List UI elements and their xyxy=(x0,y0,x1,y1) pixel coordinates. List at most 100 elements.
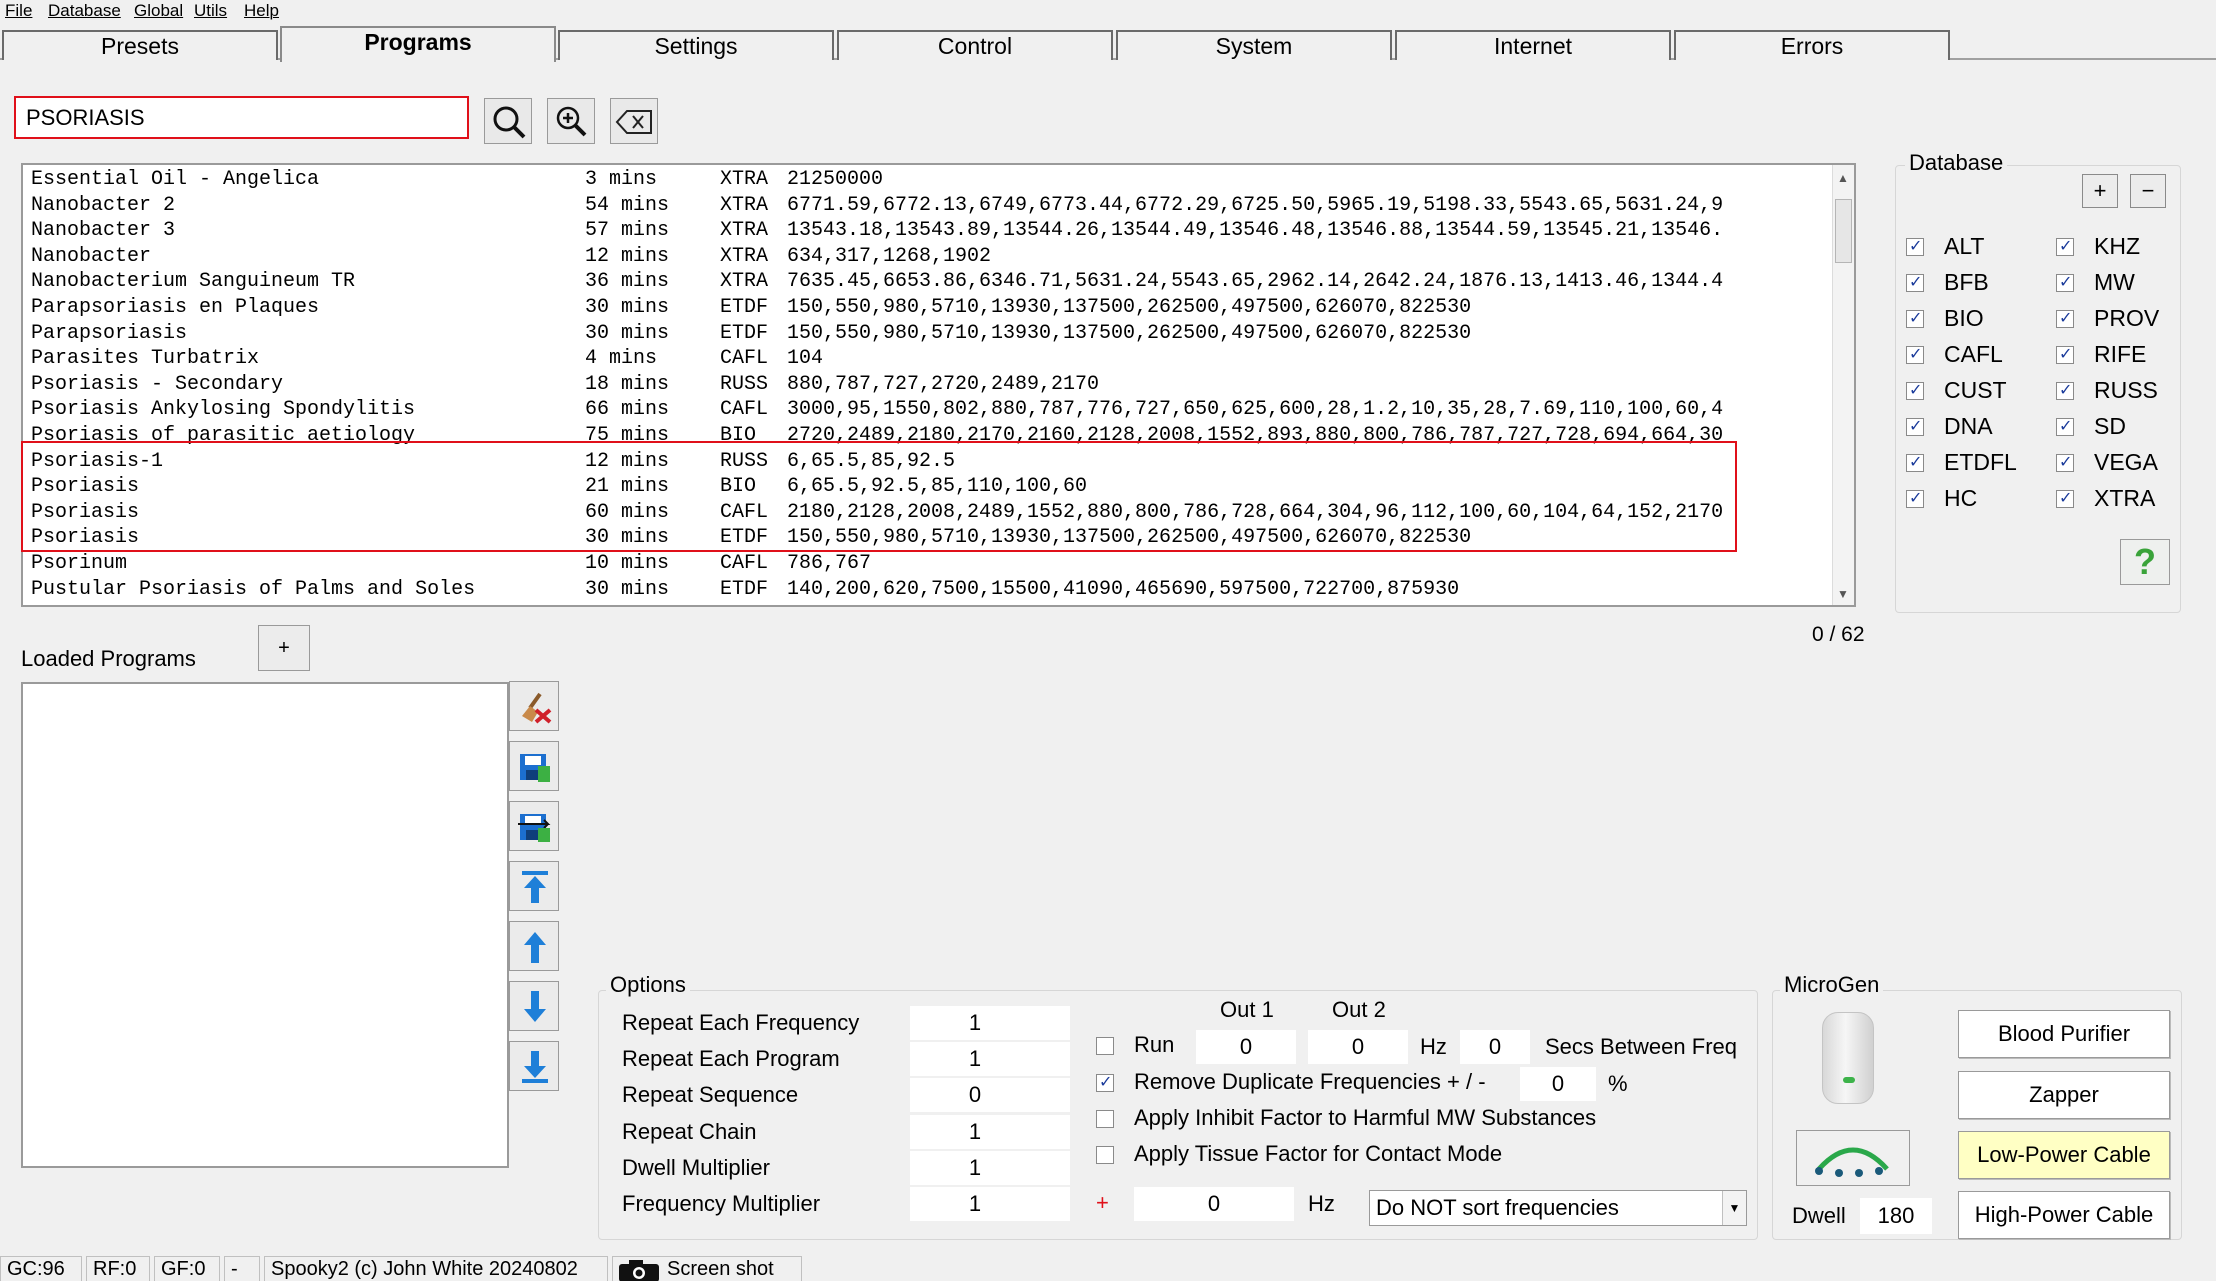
checkbox-box[interactable] xyxy=(2056,452,2074,472)
checkbox-box[interactable] xyxy=(1906,416,1924,436)
option-value-field[interactable]: 1 xyxy=(910,1042,1070,1077)
tab-system[interactable]: System xyxy=(1116,30,1392,60)
database-checkbox-label: DNA xyxy=(1944,413,1993,439)
checkbox-box[interactable] xyxy=(1906,452,1924,472)
clear-loaded-button[interactable] xyxy=(509,681,559,731)
database-add-button[interactable]: + xyxy=(2082,174,2118,208)
program-row[interactable]: Psorinum 10 mins CAFL 786,767 xyxy=(23,551,1833,577)
menu-help[interactable]: Help xyxy=(244,1,279,21)
checkbox-box[interactable] xyxy=(2056,236,2074,256)
option-value-field[interactable]: 1 xyxy=(910,1006,1070,1040)
tab-control[interactable]: Control xyxy=(837,30,1113,60)
zapper-button[interactable]: Zapper xyxy=(1958,1071,2170,1119)
program-duration: 12 mins xyxy=(585,244,670,268)
high-power-cable-button[interactable]: High-Power Cable xyxy=(1958,1191,2170,1239)
move-down-button[interactable] xyxy=(509,981,559,1031)
frequency-offset-field[interactable]: 0 xyxy=(1134,1187,1294,1221)
checkbox-box[interactable] xyxy=(1906,380,1924,400)
database-remove-button[interactable]: − xyxy=(2130,174,2166,208)
loaded-add-button[interactable]: + xyxy=(258,625,310,671)
checkbox-box[interactable] xyxy=(2056,416,2074,436)
program-row[interactable]: Psoriasis 30 mins ETDF 150,550,980,5710,139… xyxy=(23,525,1833,551)
cable-connect-button[interactable] xyxy=(1796,1130,1910,1186)
tab-presets[interactable]: Presets xyxy=(2,30,278,60)
remove-duplicates-box[interactable] xyxy=(1096,1072,1114,1092)
option-value-field[interactable]: 1 xyxy=(910,1114,1070,1149)
scroll-up-icon[interactable]: ▲ xyxy=(1837,171,1849,185)
chevron-down-icon[interactable]: ▼ xyxy=(1722,1191,1746,1225)
program-row[interactable]: Parapsoriasis 30 mins ETDF 150,550,980,5710… xyxy=(23,321,1833,347)
option-value-field[interactable]: 0 xyxy=(910,1078,1070,1113)
run-out2-field[interactable]: 0 xyxy=(1308,1030,1408,1064)
program-row[interactable]: Essential Oil - Angelica 3 mins XTRA 212500… xyxy=(23,167,1833,193)
program-row[interactable]: Nanobacter 12 mins XTRA 634,317,1268,1902 xyxy=(23,244,1833,270)
database-checkbox-label: RUSS xyxy=(2094,377,2158,403)
checkbox-box[interactable] xyxy=(2056,344,2074,364)
remove-duplicates-field[interactable]: 0 xyxy=(1520,1067,1596,1101)
low-power-cable-button[interactable]: Low-Power Cable xyxy=(1958,1131,2170,1179)
list-scrollbar-thumb[interactable] xyxy=(1835,199,1852,263)
program-database: ETDF xyxy=(720,321,769,345)
advanced-search-button[interactable] xyxy=(547,98,595,144)
program-row[interactable]: Nanobacter 3 57 mins XTRA 13543.18,13543.89… xyxy=(23,218,1833,244)
menu-database[interactable]: Database xyxy=(48,1,121,21)
move-top-button[interactable] xyxy=(509,861,559,911)
checkbox-box[interactable] xyxy=(1906,308,1924,328)
move-up-button[interactable] xyxy=(509,921,559,971)
checkbox-box[interactable] xyxy=(1906,488,1924,508)
inhibit-factor-box[interactable] xyxy=(1096,1110,1114,1128)
clear-search-button[interactable] xyxy=(610,98,658,144)
run-checkbox-box[interactable] xyxy=(1096,1037,1114,1055)
run-label: Run xyxy=(1134,1032,1175,1057)
secs-between-field[interactable]: 0 xyxy=(1460,1030,1530,1064)
checkbox-box[interactable] xyxy=(2056,308,2074,328)
program-row[interactable]: Psoriasis 21 mins BIO 6,65.5,92.5,85,110,10… xyxy=(23,474,1833,500)
help-button[interactable]: ? xyxy=(2120,539,2170,585)
option-value-field[interactable]: 1 xyxy=(910,1187,1070,1221)
program-row[interactable]: Psoriasis-1 12 mins RUSS 6,65.5,85,92.5 xyxy=(23,449,1833,475)
status-dash: - xyxy=(224,1256,260,1281)
program-row[interactable]: Nanobacter 2 54 mins XTRA 6771.59,6772.13,6… xyxy=(23,193,1833,219)
sort-frequencies-select[interactable]: Do NOT sort frequencies ▼ xyxy=(1369,1190,1747,1226)
move-bottom-button[interactable] xyxy=(509,1041,559,1091)
program-row[interactable]: Psoriasis Ankylosing Spondylitis 66 mins C… xyxy=(23,397,1833,423)
checkbox-box[interactable] xyxy=(1906,272,1924,292)
program-row[interactable]: Psoriasis - Secondary 18 mins RUSS 880,787,… xyxy=(23,372,1833,398)
option-value-field[interactable]: 1 xyxy=(910,1150,1070,1185)
tab-internet[interactable]: Internet xyxy=(1395,30,1671,60)
checkbox-box[interactable] xyxy=(2056,488,2074,508)
search-input[interactable] xyxy=(14,96,469,139)
save-loaded-button[interactable] xyxy=(509,741,559,791)
blood-purifier-button[interactable]: Blood Purifier xyxy=(1958,1010,2170,1058)
checkbox-box[interactable] xyxy=(1906,344,1924,364)
checkbox-box[interactable] xyxy=(2056,272,2074,292)
program-frequencies: 786,767 xyxy=(787,552,872,575)
program-row[interactable]: Psoriasis of parasitic aetiology 75 mins B… xyxy=(23,423,1833,449)
checkbox-box[interactable] xyxy=(2056,380,2074,400)
menu-file[interactable]: File xyxy=(5,1,32,21)
program-list[interactable]: Essential Oil - Angelica 3 mins XTRA 212500… xyxy=(21,163,1856,607)
menu-global[interactable]: Global xyxy=(134,1,183,21)
list-scrollbar[interactable]: ▲ ▼ xyxy=(1832,165,1854,605)
program-row[interactable]: Parasites Turbatrix 4 mins CAFL 104 xyxy=(23,346,1833,372)
program-row[interactable]: Parapsoriasis en Plaques 30 mins ETDF 150,5… xyxy=(23,295,1833,321)
dwell-field[interactable]: 180 xyxy=(1860,1198,1932,1234)
program-row[interactable]: Psoriasis 60 mins CAFL 2180,2128,2008,2489,… xyxy=(23,500,1833,526)
load-loaded-button[interactable] xyxy=(509,801,559,851)
checkbox-box[interactable] xyxy=(1906,236,1924,256)
scroll-down-icon[interactable]: ▼ xyxy=(1837,587,1849,601)
program-row[interactable]: Pustular Psoriasis of Palms and Soles 30 … xyxy=(23,577,1833,603)
search-button[interactable] xyxy=(484,98,532,144)
loaded-programs-list[interactable] xyxy=(21,682,509,1168)
menu-utils[interactable]: Utils xyxy=(194,1,227,21)
tab-errors[interactable]: Errors xyxy=(1674,30,1950,60)
program-row[interactable]: Nanobacterium Sanguineum TR 36 mins XTRA 76… xyxy=(23,269,1833,295)
option-label: Repeat Sequence xyxy=(622,1082,799,1108)
program-duration: 21 mins xyxy=(585,475,670,499)
program-database: BIO xyxy=(720,424,757,447)
screenshot-button[interactable]: Screen shot xyxy=(612,1256,802,1281)
tab-programs[interactable]: Programs xyxy=(280,26,556,62)
tab-settings[interactable]: Settings xyxy=(558,30,834,60)
tissue-factor-box[interactable] xyxy=(1096,1146,1114,1164)
run-out1-field[interactable]: 0 xyxy=(1196,1030,1296,1064)
